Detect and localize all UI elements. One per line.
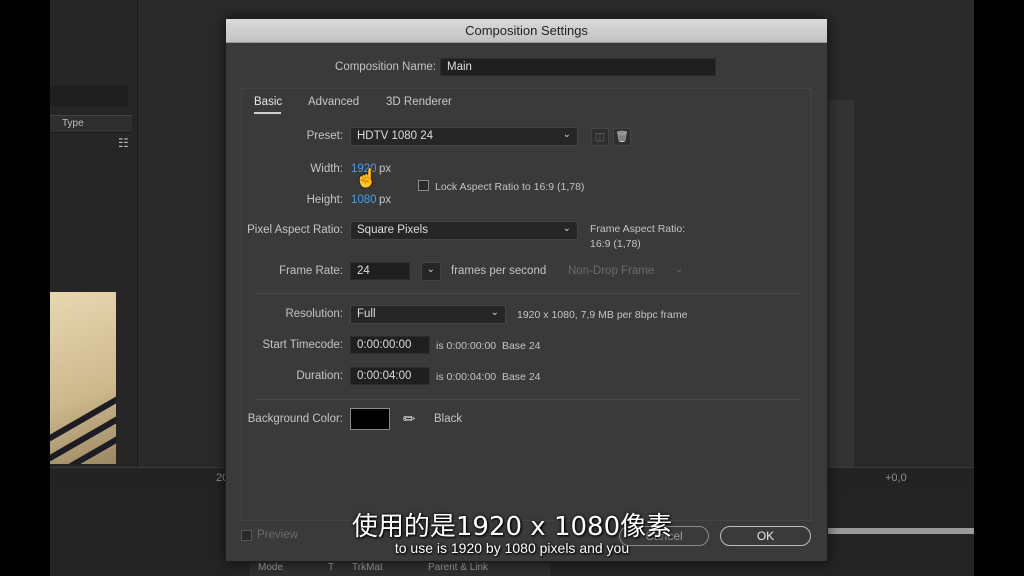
width-label: Width: — [310, 163, 343, 175]
pixel-aspect-value: Square Pixels — [357, 224, 428, 236]
bg-color-name: Black — [434, 413, 463, 425]
start-timecode-label: Start Timecode: — [262, 339, 343, 351]
frames-per-second-label: frames per second — [451, 265, 547, 277]
composition-preview-image — [50, 292, 116, 464]
section-divider — [256, 293, 801, 294]
tab-3d-renderer[interactable]: 3D Renderer — [386, 96, 452, 108]
eyedropper-icon[interactable]: ✏ — [403, 410, 416, 428]
timeline-column-headers: Mode T TrkMat Parent & Link — [250, 560, 550, 576]
lock-aspect-checkbox[interactable] — [418, 180, 429, 191]
drop-frame-dropdown[interactable]: Non-Drop Frame — [568, 265, 654, 277]
resolution-dropdown[interactable]: Full ⌄ — [350, 305, 506, 324]
preset-dropdown[interactable]: HDTV 1080 24 ⌄ — [350, 127, 578, 146]
start-timecode-info: is 0:00:00:00 Base 24 — [436, 340, 541, 352]
height-unit: px — [379, 194, 392, 206]
subtitle-chinese: 使用的是1920 x 1080像素 — [351, 512, 673, 542]
chevron-down-icon: ⌄ — [562, 223, 571, 234]
section-divider — [256, 399, 801, 400]
timeline-header-mode: Mode — [258, 562, 284, 573]
chevron-down-icon: ⌄ — [562, 129, 571, 140]
right-side-panel — [828, 100, 854, 470]
start-timecode-input[interactable]: 0:00:00:00 — [350, 336, 430, 354]
delete-preset-icon[interactable]: 🗑 — [613, 128, 631, 146]
tab-basic[interactable]: Basic — [254, 96, 282, 108]
pixel-aspect-label: Pixel Aspect Ratio: — [247, 224, 343, 236]
duration-info: is 0:00:04:00 Base 24 — [436, 371, 541, 383]
bg-color-label: Background Color: — [247, 413, 343, 425]
composition-settings-dialog: Composition Settings Composition Name: M… — [225, 18, 828, 562]
preset-label: Preset: — [306, 130, 343, 142]
column-type-label: Type — [62, 118, 84, 129]
chevron-down-icon: ⌄ — [490, 307, 499, 318]
tab-advanced[interactable]: Advanced — [308, 96, 359, 108]
hand-cursor-icon: ☝ — [355, 168, 378, 188]
frame-rate-input[interactable]: 24 — [350, 262, 410, 280]
frame-aspect-label: Frame Aspect Ratio: — [590, 223, 686, 235]
bottom-bar-right-value: +0,0 — [885, 472, 907, 484]
duration-input[interactable]: 0:00:04:00 — [350, 367, 430, 385]
pixel-aspect-dropdown[interactable]: Square Pixels ⌄ — [350, 221, 578, 240]
duration-label: Duration: — [296, 370, 343, 382]
timeline-header-t: T — [328, 562, 335, 573]
subtitle-english: to use is 1920 by 1080 pixels and you — [394, 540, 630, 556]
resolution-value: Full — [357, 308, 376, 320]
project-column-header[interactable]: Type — [50, 115, 132, 133]
dialog-title: Composition Settings — [465, 23, 588, 38]
frame-rate-label: Frame Rate: — [279, 265, 343, 277]
project-search-field[interactable] — [50, 86, 128, 106]
chevron-down-icon: ⌄ — [675, 264, 684, 275]
preset-value: HDTV 1080 24 — [357, 130, 434, 142]
timeline-header-parent: Parent & Link — [428, 562, 489, 573]
comp-name-label: Composition Name: — [335, 61, 436, 73]
save-preset-icon[interactable]: ◫ — [591, 128, 609, 146]
dialog-titlebar[interactable]: Composition Settings — [226, 19, 827, 43]
comp-name-input[interactable]: Main — [440, 58, 716, 76]
frame-rate-dropdown[interactable]: ⌄ — [421, 262, 441, 281]
height-label: Height: — [306, 194, 343, 206]
frame-aspect-value: 16:9 (1,78) — [590, 238, 641, 250]
flowchart-icon[interactable]: ☷ — [118, 136, 129, 150]
lock-aspect-label: Lock Aspect Ratio to 16:9 (1,78) — [435, 181, 585, 193]
width-unit: px — [379, 163, 392, 175]
height-value[interactable]: 1080 — [351, 194, 377, 206]
tabs-container — [241, 88, 812, 521]
timeline-header-trkmat: TrkMat — [352, 562, 383, 573]
resolution-info: 1920 x 1080, 7,9 MB per 8bpc frame — [517, 309, 688, 321]
chevron-down-icon: ⌄ — [426, 264, 435, 275]
active-tab-indicator — [254, 112, 281, 114]
resolution-label: Resolution: — [285, 308, 343, 320]
bg-color-swatch[interactable] — [350, 408, 390, 430]
